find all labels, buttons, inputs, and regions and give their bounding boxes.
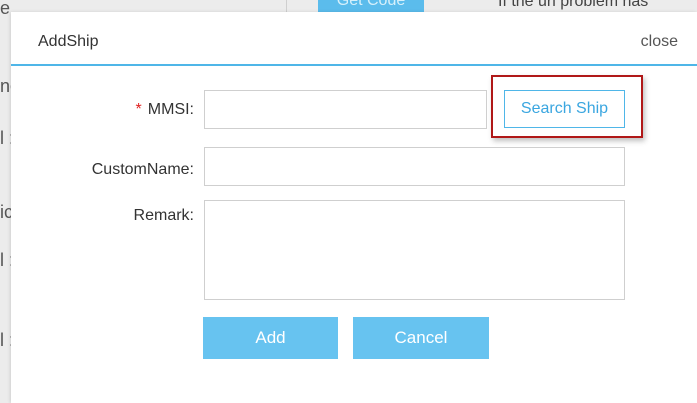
mmsi-label-text: MMSI: (147, 101, 194, 118)
required-mark: * (135, 101, 142, 118)
mmsi-label: * MMSI: (11, 100, 194, 120)
background-edge-text: l : (0, 330, 11, 350)
add-ship-dialog: AddShip close * MMSI: Search Ship CustomN… (11, 12, 697, 403)
custom-name-input[interactable] (204, 147, 625, 186)
background-divider (286, 0, 287, 12)
background-edge-text: ic (0, 202, 11, 222)
close-button[interactable]: close (641, 32, 678, 52)
cancel-button[interactable]: Cancel (353, 317, 489, 359)
dialog-header: AddShip close (11, 12, 697, 66)
background-edge-text: ne (0, 76, 11, 96)
mmsi-input[interactable] (204, 90, 487, 129)
add-button[interactable]: Add (203, 317, 338, 359)
custom-name-label: CustomName: (91, 161, 194, 178)
background-edge-text: l : (0, 128, 11, 148)
background-help-text: If the url problem has (498, 0, 649, 10)
background-edge-text: l : (0, 250, 11, 270)
remark-label: Remark: (133, 207, 194, 224)
background-edge-text: e : (0, 0, 11, 18)
dialog-title: AddShip (38, 33, 99, 50)
search-ship-button[interactable]: Search Ship (504, 90, 625, 128)
remark-textarea[interactable] (204, 200, 625, 300)
page: Get Code If the url problem has e : ne l… (0, 0, 697, 403)
